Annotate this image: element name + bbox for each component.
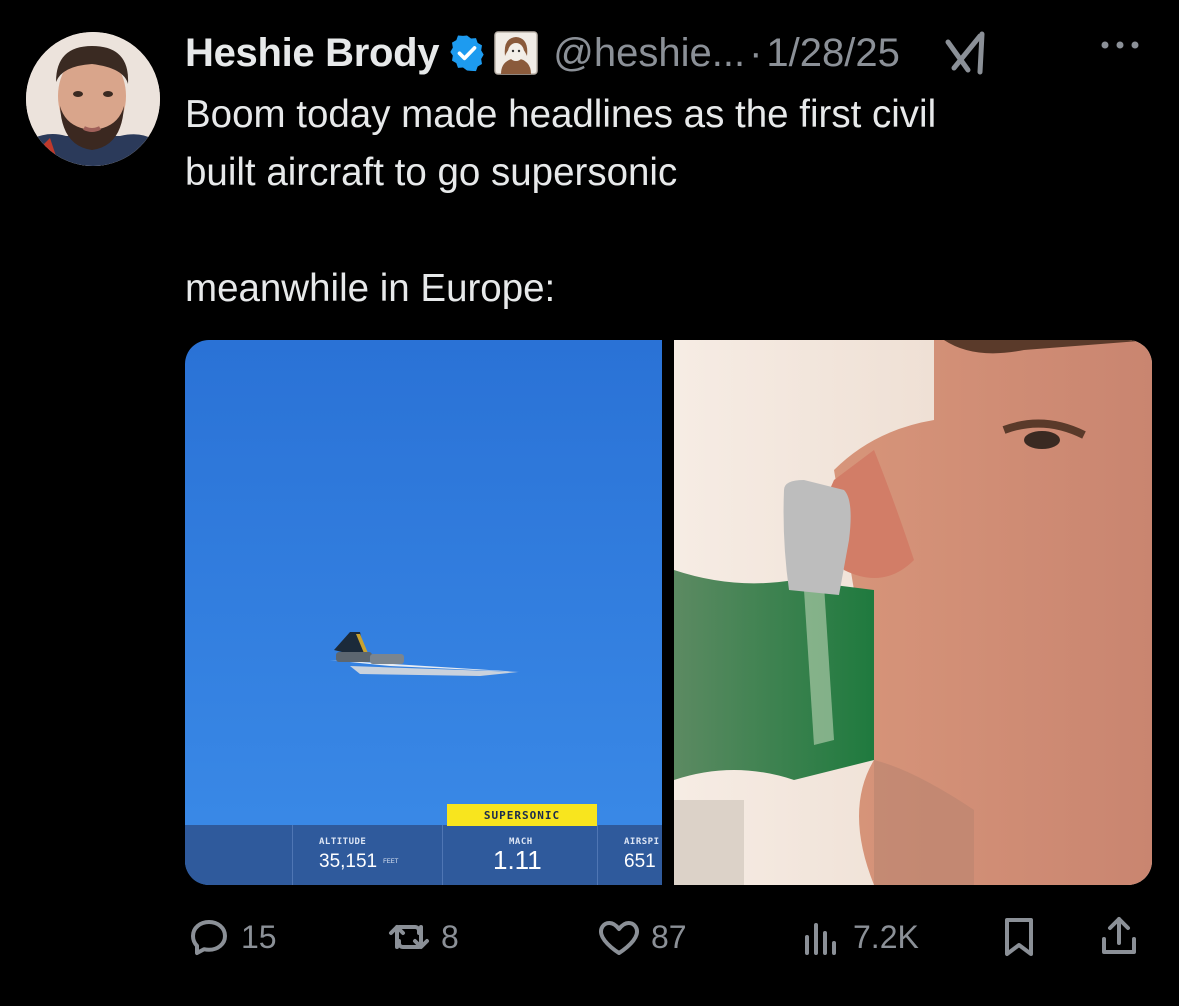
media-divider [662, 340, 674, 885]
reply-count: 15 [241, 918, 277, 955]
author-name[interactable]: Heshie Brody [185, 31, 440, 76]
bookmark-icon [1005, 918, 1033, 956]
verified-badge-icon [450, 35, 484, 72]
bookmark-button[interactable] [995, 913, 1043, 961]
tweet-actions: 15 8 87 7.2K [185, 905, 1155, 969]
repost-button[interactable]: 8 [385, 913, 459, 961]
grok-icon[interactable] [940, 28, 990, 78]
airspeed-value: 651 [624, 851, 656, 872]
hud-airspeed: AIRSPI 651 [597, 825, 662, 885]
reply-icon [191, 920, 227, 955]
tweet-text: Boom today made headlines as the first c… [185, 93, 937, 310]
author-avatar[interactable] [26, 32, 160, 166]
reply-button[interactable]: 15 [185, 913, 277, 961]
views-chart-icon [805, 923, 836, 955]
airspeed-label: AIRSPI [624, 837, 660, 847]
share-icon [1102, 917, 1136, 954]
tweet-media[interactable]: SUPERSONIC ALTITUDE 35,151 FEET MACH 1.11… [185, 340, 1152, 885]
hud-mach: MACH 1.11 [442, 825, 597, 885]
views-count: 7.2K [853, 918, 919, 955]
author-portrait [26, 32, 160, 166]
views-button[interactable]: 7.2K [797, 913, 919, 961]
author-handle[interactable]: @heshie... [553, 31, 745, 76]
repost-count: 8 [441, 918, 459, 955]
hud-altitude: ALTITUDE 35,151 FEET [292, 825, 442, 885]
repost-icon [389, 925, 429, 949]
altitude-label: ALTITUDE [319, 837, 367, 847]
altitude-value: 35,151 [319, 851, 378, 872]
more-options-icon[interactable] [1099, 38, 1141, 52]
share-button[interactable] [1095, 913, 1143, 961]
like-button[interactable]: 87 [595, 913, 687, 961]
bottle-drinking-photo [674, 340, 1152, 885]
affiliate-badge-icon [494, 31, 539, 75]
mach-value: 1.11 [493, 845, 542, 875]
like-count: 87 [651, 918, 687, 955]
header-separator: · [749, 30, 763, 75]
tweet-date[interactable]: 1/28/25 [766, 31, 899, 76]
media-image-bottle[interactable] [674, 340, 1152, 885]
heart-icon [599, 921, 639, 955]
supersonic-badge: SUPERSONIC [447, 804, 597, 826]
altitude-value-wrap: 35,151 FEET [319, 851, 398, 873]
tweet-header: Heshie Brody @heshie... · 1/28/25 [185, 28, 1155, 78]
altitude-unit: FEET [383, 858, 399, 865]
